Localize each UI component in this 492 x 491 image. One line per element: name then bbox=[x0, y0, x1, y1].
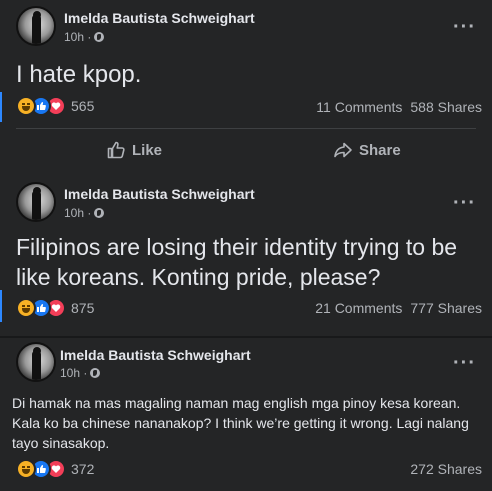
author-avatar[interactable] bbox=[16, 6, 56, 46]
shares-count[interactable]: 588 Shares bbox=[410, 99, 482, 115]
like-button[interactable]: Like bbox=[106, 140, 162, 160]
divider bbox=[16, 128, 476, 129]
haha-reaction-icon bbox=[16, 298, 36, 318]
post-text: Di hamak na mas magaling naman mag engli… bbox=[12, 395, 469, 451]
more-options-icon[interactable]: ··· bbox=[453, 17, 476, 37]
reaction-count: 565 bbox=[71, 98, 95, 114]
reaction-summary[interactable]: 565 bbox=[16, 96, 94, 116]
like-label: Like bbox=[132, 141, 163, 159]
shares-count[interactable]: 777 Shares bbox=[410, 300, 482, 316]
haha-reaction-icon bbox=[16, 96, 36, 116]
shares-count[interactable]: 272 Shares bbox=[410, 461, 482, 477]
reaction-summary[interactable]: 372 bbox=[16, 459, 94, 479]
post-time[interactable]: 10h · bbox=[60, 366, 87, 380]
post-card: Imelda Bautista Schweighart 10h · ··· Di… bbox=[0, 338, 492, 491]
share-label: Share bbox=[359, 141, 401, 159]
selection-indicator bbox=[0, 92, 2, 122]
more-options-icon[interactable]: ··· bbox=[453, 353, 476, 373]
author-name[interactable]: Imelda Bautista Schweighart bbox=[64, 10, 255, 26]
author-avatar[interactable] bbox=[16, 342, 56, 382]
post-stats: 21 Comments 777 Shares bbox=[315, 300, 482, 316]
reaction-summary[interactable]: 875 bbox=[16, 298, 94, 318]
more-options-icon[interactable]: ··· bbox=[453, 193, 476, 213]
post-time[interactable]: 10h · bbox=[64, 206, 91, 220]
post-text: Filipinos are losing their identity tryi… bbox=[16, 234, 458, 290]
comments-count[interactable]: 11 Comments bbox=[316, 99, 402, 115]
like-icon bbox=[107, 141, 125, 159]
post-card: Imelda Bautista Schweighart 10h · ··· I … bbox=[0, 0, 492, 174]
post-stats: 272 Shares bbox=[410, 461, 482, 477]
globe-icon bbox=[90, 368, 101, 378]
author-name[interactable]: Imelda Bautista Schweighart bbox=[60, 347, 251, 363]
share-icon bbox=[334, 142, 352, 158]
globe-icon bbox=[94, 208, 105, 218]
reaction-count: 372 bbox=[71, 461, 95, 477]
post-card: Imelda Bautista Schweighart 10h · ··· Fi… bbox=[0, 174, 492, 336]
post-meta: 10h · bbox=[60, 366, 101, 380]
share-button[interactable]: Share bbox=[333, 140, 401, 160]
post-text: I hate kpop. bbox=[16, 61, 142, 88]
author-avatar[interactable] bbox=[16, 182, 56, 222]
post-time[interactable]: 10h · bbox=[64, 30, 91, 44]
post-meta: 10h · bbox=[64, 30, 105, 44]
post-stats: 11 Comments 588 Shares bbox=[316, 99, 482, 115]
comments-count[interactable]: 21 Comments bbox=[315, 300, 402, 316]
selection-indicator bbox=[0, 290, 2, 322]
globe-icon bbox=[94, 32, 105, 42]
reaction-count: 875 bbox=[71, 300, 95, 316]
post-meta: 10h · bbox=[64, 206, 105, 220]
haha-reaction-icon bbox=[16, 459, 36, 479]
author-name[interactable]: Imelda Bautista Schweighart bbox=[64, 186, 255, 202]
